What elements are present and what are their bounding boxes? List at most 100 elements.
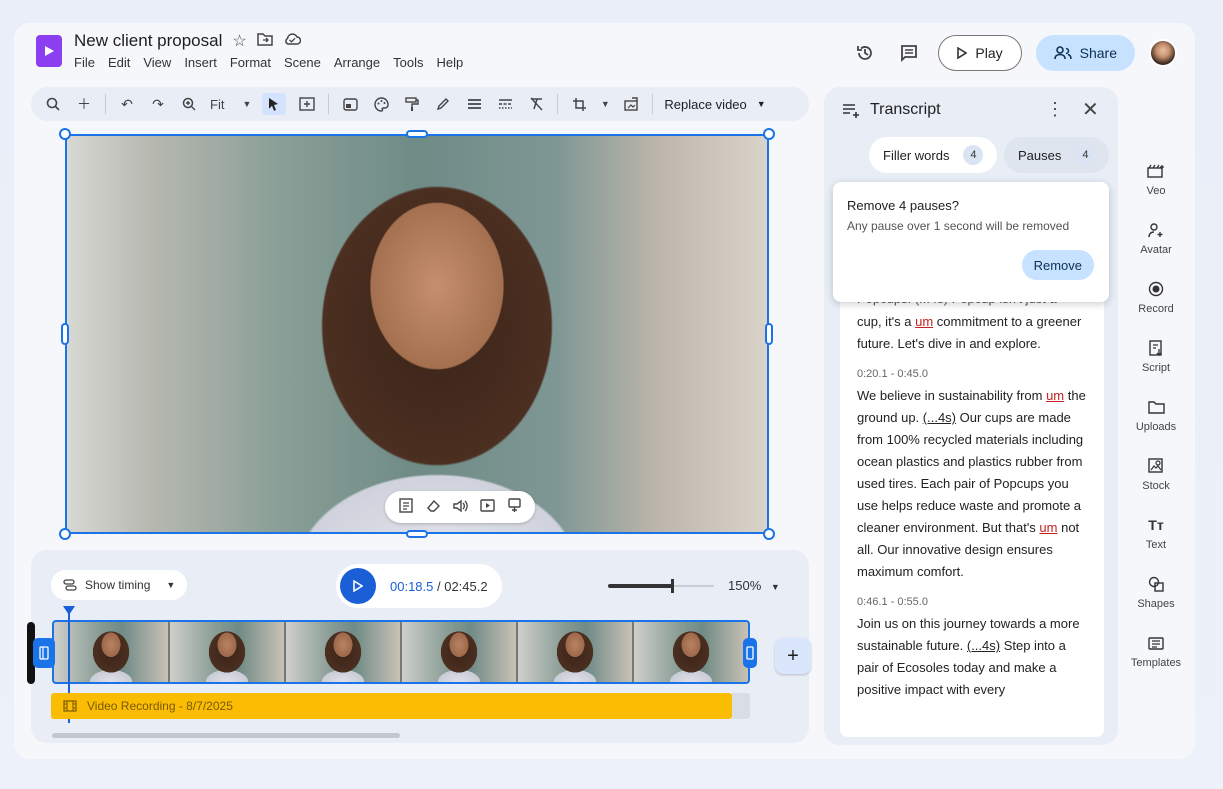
doc-title[interactable]: New client proposal bbox=[74, 31, 222, 51]
pauses-chip[interactable]: Pauses 4 bbox=[1004, 137, 1110, 173]
rail-item-uploads[interactable]: Uploads bbox=[1122, 399, 1190, 458]
add-text-box-icon[interactable] bbox=[297, 93, 317, 115]
rail-item-stock[interactable]: Stock bbox=[1122, 458, 1190, 517]
select-cursor-icon[interactable] bbox=[262, 93, 287, 115]
zoom-slider-knob[interactable] bbox=[671, 578, 674, 593]
caption-icon[interactable] bbox=[508, 498, 521, 516]
filler-word[interactable]: um bbox=[915, 314, 933, 329]
resize-handle-top[interactable] bbox=[406, 130, 428, 138]
menu-tools[interactable]: Tools bbox=[393, 55, 423, 70]
chevron-down-icon: ▼ bbox=[166, 580, 176, 590]
chevron-down-icon: ▼ bbox=[242, 99, 252, 109]
show-timing-dropdown[interactable]: Show timing ▼ bbox=[51, 570, 188, 600]
rail-item-veo[interactable]: Veo bbox=[1122, 163, 1190, 222]
clip-trim-handle-right[interactable] bbox=[743, 638, 757, 668]
templates-icon bbox=[1148, 635, 1164, 651]
pause-marker[interactable]: (...4s) bbox=[967, 638, 1000, 653]
zoom-select-label: Fit bbox=[210, 96, 225, 112]
filler-word[interactable]: um bbox=[1039, 520, 1057, 535]
menu-bar: File Edit View Insert Format Scene Arran… bbox=[74, 55, 463, 70]
replace-video-button[interactable]: Replace video ▼ bbox=[664, 97, 765, 112]
eraser-icon[interactable] bbox=[426, 498, 441, 516]
transcript-header: Transcript bbox=[842, 101, 941, 119]
cloud-saved-icon[interactable] bbox=[283, 32, 301, 50]
move-folder-icon[interactable] bbox=[256, 32, 273, 51]
remove-pauses-button[interactable]: Remove bbox=[1021, 250, 1094, 280]
search-icon[interactable] bbox=[43, 93, 63, 115]
app-window: New client proposal ☆ File Edit View Ins… bbox=[14, 23, 1195, 759]
filler-word[interactable]: um bbox=[1046, 388, 1064, 403]
undo-icon[interactable]: ↶ bbox=[117, 93, 137, 115]
crop-icon[interactable] bbox=[569, 93, 589, 115]
transcript-body[interactable]: Popcups. (...4s) Popcup isn't just a cup… bbox=[840, 297, 1104, 737]
audio-track[interactable]: Video Recording - 8/7/2025 bbox=[51, 693, 732, 719]
video-clip-strip[interactable] bbox=[52, 620, 750, 684]
pause-marker[interactable]: (...4s) bbox=[923, 410, 956, 425]
zoom-slider[interactable] bbox=[608, 578, 714, 593]
avatar-icon bbox=[1148, 222, 1164, 238]
video-settings-icon[interactable] bbox=[480, 498, 496, 516]
timeline-scrollbar[interactable] bbox=[52, 733, 400, 738]
rail-item-text[interactable]: Tт Text bbox=[1122, 517, 1190, 576]
rail-label: Veo bbox=[1146, 185, 1166, 197]
menu-file[interactable]: File bbox=[74, 55, 95, 70]
clear-format-icon[interactable] bbox=[526, 93, 546, 115]
crop-dropdown-icon[interactable]: ▼ bbox=[600, 93, 610, 115]
redo-icon[interactable]: ↷ bbox=[148, 93, 168, 115]
video-canvas[interactable] bbox=[65, 134, 769, 534]
rail-label: Text bbox=[1145, 539, 1167, 551]
rail-item-avatar[interactable]: Avatar bbox=[1122, 222, 1190, 281]
veo-icon bbox=[1147, 163, 1165, 179]
side-rail: Veo Avatar Record Script Uploads Stock T… bbox=[1122, 163, 1190, 694]
crop-frame-icon[interactable] bbox=[340, 93, 360, 115]
zoom-percent-dropdown[interactable]: 150% ▼ bbox=[728, 578, 780, 593]
add-icon[interactable]: ＋ bbox=[74, 93, 94, 115]
resize-handle-top-right[interactable] bbox=[763, 128, 775, 140]
menu-arrange[interactable]: Arrange bbox=[334, 55, 380, 70]
resize-handle-bottom-right[interactable] bbox=[763, 528, 775, 540]
filler-words-chip[interactable]: Filler words 4 bbox=[869, 137, 998, 173]
close-icon[interactable]: ✕ bbox=[1082, 97, 1099, 122]
zoom-icon[interactable] bbox=[179, 93, 199, 115]
share-button[interactable]: Share bbox=[1035, 35, 1135, 71]
timeline-play-button[interactable] bbox=[340, 568, 376, 604]
rail-item-script[interactable]: Script bbox=[1122, 340, 1190, 399]
volume-icon[interactable] bbox=[453, 499, 468, 516]
comments-icon[interactable] bbox=[894, 38, 924, 68]
star-icon[interactable]: ☆ bbox=[232, 31, 246, 51]
pen-icon[interactable] bbox=[433, 93, 453, 115]
clip-trim-handle-left[interactable] bbox=[33, 638, 55, 668]
menu-help[interactable]: Help bbox=[436, 55, 463, 70]
user-avatar[interactable] bbox=[1149, 39, 1177, 67]
add-scene-button[interactable]: + bbox=[775, 638, 811, 674]
line-dash-icon[interactable] bbox=[495, 93, 515, 115]
resize-handle-top-left[interactable] bbox=[59, 128, 71, 140]
rail-item-shapes[interactable]: Shapes bbox=[1122, 576, 1190, 635]
resize-handle-left[interactable] bbox=[61, 323, 69, 345]
resize-handle-bottom-left[interactable] bbox=[59, 528, 71, 540]
menu-scene[interactable]: Scene bbox=[284, 55, 321, 70]
reset-image-icon[interactable] bbox=[621, 93, 641, 115]
palette-icon[interactable] bbox=[371, 93, 391, 115]
transcript-segment-3: Join us on this journey towards a more s… bbox=[857, 613, 1087, 701]
menu-insert[interactable]: Insert bbox=[184, 55, 217, 70]
rail-label: Shapes bbox=[1137, 598, 1175, 610]
version-history-icon[interactable] bbox=[850, 38, 880, 68]
rail-item-record[interactable]: Record bbox=[1122, 281, 1190, 340]
transcript-icon[interactable] bbox=[399, 498, 414, 516]
chevron-down-icon: ▼ bbox=[756, 99, 766, 109]
filler-words-label: Filler words bbox=[883, 147, 950, 163]
vids-logo-icon[interactable] bbox=[36, 35, 62, 67]
menu-view[interactable]: View bbox=[143, 55, 171, 70]
paint-format-icon[interactable] bbox=[402, 93, 422, 115]
resize-handle-right[interactable] bbox=[765, 323, 773, 345]
more-vert-icon[interactable]: ⋮ bbox=[1046, 99, 1064, 120]
rail-item-templates[interactable]: Templates bbox=[1122, 635, 1190, 694]
zoom-select[interactable]: Fit ▼ bbox=[210, 97, 251, 112]
menu-format[interactable]: Format bbox=[230, 55, 271, 70]
play-button[interactable]: Play bbox=[938, 35, 1022, 71]
resize-handle-bottom[interactable] bbox=[406, 530, 428, 538]
line-weight-icon[interactable] bbox=[464, 93, 484, 115]
menu-edit[interactable]: Edit bbox=[108, 55, 130, 70]
text-icon: Tт bbox=[1148, 517, 1164, 533]
